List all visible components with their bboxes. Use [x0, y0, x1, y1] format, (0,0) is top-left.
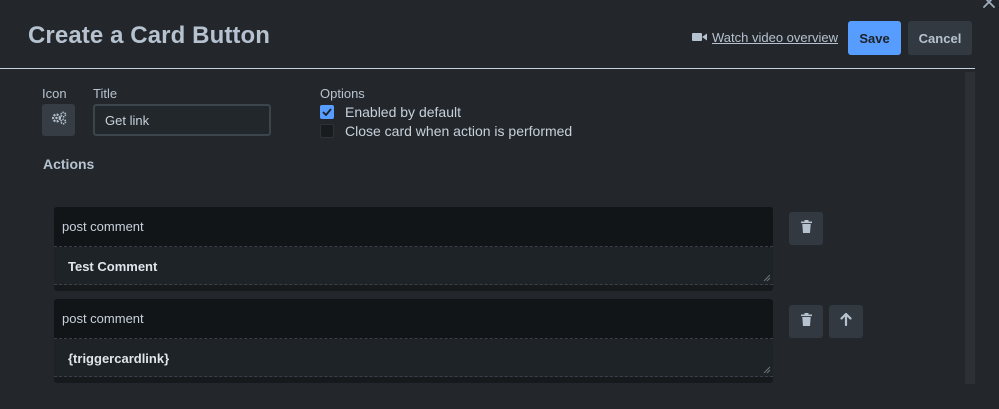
- title-input[interactable]: [93, 104, 271, 136]
- action-comment-text: {triggercardlink}: [68, 351, 170, 366]
- delete-action-button[interactable]: [789, 212, 823, 245]
- action-comment-textarea[interactable]: Test Comment: [54, 247, 773, 285]
- action-type-select[interactable]: post comment: [54, 207, 773, 247]
- icon-picker[interactable]: [42, 104, 75, 136]
- action-item: post comment {triggercardlink}: [54, 299, 773, 383]
- close-icon[interactable]: [981, 0, 997, 10]
- cancel-button[interactable]: Cancel: [908, 21, 972, 55]
- scrollbar[interactable]: [965, 72, 975, 384]
- modal-header: Create a Card Button Watch video overvie…: [0, 0, 975, 69]
- resize-handle-icon: [763, 366, 771, 374]
- page-title: Create a Card Button: [28, 22, 271, 49]
- action-item: post comment Test Comment: [54, 207, 773, 291]
- save-button[interactable]: Save: [848, 21, 901, 55]
- action-comment-text: Test Comment: [68, 259, 158, 274]
- enabled-by-default-checkbox[interactable]: [320, 105, 334, 119]
- title-label: Title: [93, 86, 118, 101]
- close-card-option[interactable]: Close card when action is performed: [320, 123, 572, 139]
- trash-icon: [800, 312, 812, 331]
- video-camera-icon: [692, 30, 707, 45]
- enabled-by-default-option[interactable]: Enabled by default: [320, 104, 461, 120]
- arrow-up-icon: [840, 312, 852, 331]
- icon-label: Icon: [42, 86, 67, 101]
- enabled-by-default-label: Enabled by default: [345, 104, 461, 120]
- gears-icon: [51, 111, 67, 130]
- options-label: Options: [320, 86, 365, 101]
- action-comment-textarea[interactable]: {triggercardlink}: [54, 339, 773, 377]
- checkmark-icon: [322, 108, 332, 116]
- close-card-label: Close card when action is performed: [345, 123, 573, 139]
- trash-icon: [800, 219, 812, 238]
- delete-action-button[interactable]: [789, 305, 823, 338]
- move-up-button[interactable]: [829, 305, 863, 338]
- watch-video-label: Watch video overview: [712, 30, 838, 45]
- watch-video-link[interactable]: Watch video overview: [692, 30, 838, 45]
- actions-heading: Actions: [43, 156, 95, 172]
- resize-handle-icon: [763, 274, 771, 282]
- close-card-checkbox[interactable]: [320, 124, 334, 138]
- action-type-select[interactable]: post comment: [54, 299, 773, 339]
